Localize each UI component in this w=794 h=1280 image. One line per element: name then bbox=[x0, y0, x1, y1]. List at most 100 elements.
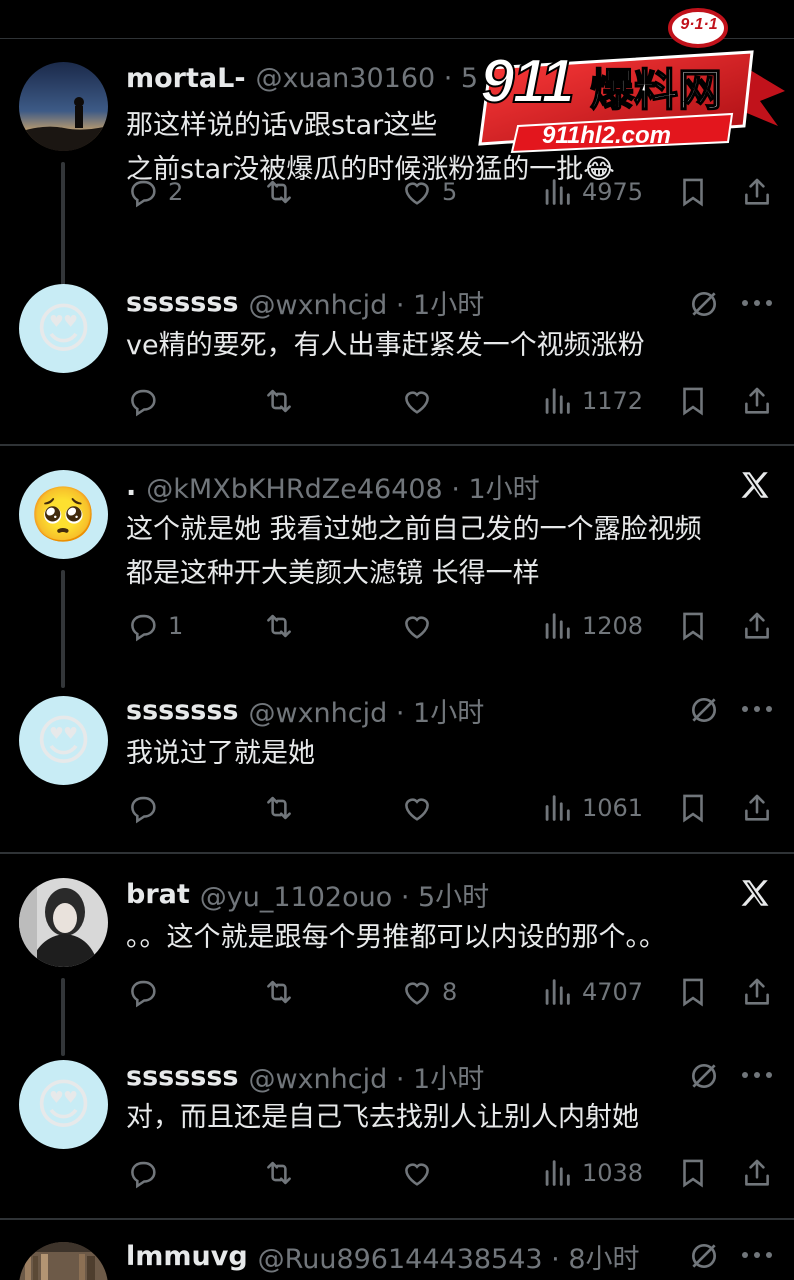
like-button[interactable] bbox=[400, 607, 434, 645]
reply-icon bbox=[131, 180, 156, 208]
avatar[interactable] bbox=[19, 878, 108, 967]
display-name[interactable]: lmmuvg bbox=[126, 1241, 248, 1272]
display-name[interactable]: mortaL- bbox=[126, 63, 246, 94]
handle-and-time[interactable]: @wxnhcjd · 1小时 bbox=[249, 691, 485, 730]
bookmark-icon bbox=[683, 1159, 703, 1188]
tweet-4[interactable]: 😍 sssssss @wxnhcjd · 1小时 我说过了就是她 1061 bbox=[0, 672, 794, 854]
retweet-button[interactable] bbox=[262, 173, 296, 211]
like-button[interactable]: 5 bbox=[400, 173, 457, 211]
share-icon bbox=[745, 794, 769, 821]
handle-and-time[interactable]: @Ruu896144438543 · 8小时 bbox=[258, 1237, 640, 1276]
like-button[interactable] bbox=[400, 382, 434, 420]
like-button[interactable]: 8 bbox=[400, 973, 457, 1011]
tweet-7[interactable]: lmmuvg @Ruu896144438543 · 8小时 bbox=[0, 1220, 794, 1280]
like-icon bbox=[405, 182, 429, 205]
like-button[interactable] bbox=[400, 789, 434, 827]
share-button[interactable] bbox=[740, 973, 774, 1011]
grok-icon[interactable] bbox=[688, 1240, 720, 1272]
share-button[interactable] bbox=[740, 789, 774, 827]
views-button[interactable]: 1038 bbox=[540, 1154, 643, 1192]
share-button[interactable] bbox=[740, 607, 774, 645]
tweet-text: ve精的要死，有人出事赶紧发一个视频涨粉 bbox=[126, 324, 774, 368]
views-icon bbox=[545, 1160, 570, 1186]
grok-icon[interactable] bbox=[688, 288, 720, 320]
bookmark-button[interactable] bbox=[676, 173, 710, 211]
grok-icon[interactable] bbox=[688, 1060, 720, 1092]
avatar[interactable]: 😍 bbox=[19, 696, 108, 785]
bookmark-button[interactable] bbox=[676, 382, 710, 420]
reply-icon bbox=[131, 980, 156, 1008]
tweet-5[interactable]: brat @yu_1102ouo · 5小时 。。这个就是跟每个男推都可以内设的… bbox=[0, 854, 794, 1056]
retweet-button[interactable] bbox=[262, 789, 296, 827]
more-icon[interactable] bbox=[740, 1250, 774, 1260]
avatar[interactable] bbox=[19, 1242, 108, 1280]
bookmark-button[interactable] bbox=[676, 973, 710, 1011]
retweet-icon bbox=[267, 980, 291, 1004]
share-icon bbox=[745, 387, 769, 414]
action-bar: 1061 bbox=[126, 789, 776, 827]
display-name[interactable]: sssssss bbox=[126, 287, 239, 318]
action-bar: 2 5 4975 bbox=[126, 173, 776, 211]
reply-button[interactable] bbox=[126, 382, 160, 420]
views-button[interactable]: 4975 bbox=[540, 173, 643, 211]
avatar[interactable]: 😍 bbox=[19, 1060, 108, 1149]
tweet-text: 。。这个就是跟每个男推都可以内设的那个。。 bbox=[126, 916, 774, 960]
thread-line bbox=[61, 570, 65, 688]
retweet-button[interactable] bbox=[262, 1154, 296, 1192]
bookmark-icon bbox=[683, 612, 703, 641]
views-button[interactable]: 1061 bbox=[540, 789, 643, 827]
share-button[interactable] bbox=[740, 173, 774, 211]
views-button[interactable]: 1172 bbox=[540, 382, 643, 420]
reply-button[interactable] bbox=[126, 973, 160, 1011]
view-count: 4975 bbox=[582, 178, 644, 206]
bookmark-icon bbox=[683, 794, 703, 823]
views-button[interactable]: 1208 bbox=[540, 607, 643, 645]
bookmark-button[interactable] bbox=[676, 1154, 710, 1192]
avatar-emoji: 😍 bbox=[19, 1060, 108, 1149]
retweet-icon bbox=[267, 1161, 291, 1185]
display-name[interactable]: brat bbox=[126, 879, 190, 910]
views-icon bbox=[545, 179, 570, 205]
bookmark-button[interactable] bbox=[676, 789, 710, 827]
more-icon[interactable] bbox=[740, 1070, 774, 1080]
tweet-6[interactable]: 😍 sssssss @wxnhcjd · 1小时 对，而且还是自己飞去找别人让别… bbox=[0, 1036, 794, 1218]
reply-button[interactable]: 2 bbox=[126, 173, 183, 211]
retweet-button[interactable] bbox=[262, 382, 296, 420]
retweet-icon bbox=[267, 614, 291, 638]
retweet-button[interactable] bbox=[262, 973, 296, 1011]
avatar[interactable] bbox=[19, 62, 108, 151]
bookmark-button[interactable] bbox=[676, 607, 710, 645]
watermark-number: 911 bbox=[479, 46, 576, 117]
handle-and-time[interactable]: @kMXbKHRdZe46408 · 1小时 bbox=[146, 467, 539, 506]
more-icon[interactable] bbox=[740, 704, 774, 714]
handle-and-time[interactable]: @xuan30160 · 5 bbox=[256, 63, 479, 94]
handle-and-time[interactable]: @wxnhcjd · 1小时 bbox=[249, 283, 485, 322]
grok-icon[interactable] bbox=[688, 694, 720, 726]
tweet-text-line: ve精的要死，有人出事赶紧发一个视频涨粉 bbox=[126, 330, 645, 361]
share-button[interactable] bbox=[740, 382, 774, 420]
views-button[interactable]: 4707 bbox=[540, 973, 643, 1011]
share-icon bbox=[745, 1159, 769, 1186]
retweet-button[interactable] bbox=[262, 607, 296, 645]
handle-and-time[interactable]: @wxnhcjd · 1小时 bbox=[249, 1057, 485, 1096]
reply-button[interactable] bbox=[126, 789, 160, 827]
handle-and-time[interactable]: @yu_1102ouo · 5小时 bbox=[200, 875, 489, 914]
like-icon bbox=[405, 982, 429, 1005]
views-icon bbox=[545, 388, 570, 414]
reply-button[interactable]: 1 bbox=[126, 607, 183, 645]
tweet-3[interactable]: 🥺 . @kMXbKHRdZe46408 · 1小时 这个就是她 我看过她之前自… bbox=[0, 446, 794, 688]
like-icon bbox=[405, 391, 429, 414]
tweet-2[interactable]: 😍 sssssss @wxnhcjd · 1小时 ve精的要死，有人出事赶紧发一… bbox=[0, 262, 794, 444]
avatar[interactable]: 🥺 bbox=[19, 470, 108, 559]
like-icon bbox=[405, 798, 429, 821]
display-name[interactable]: . bbox=[126, 471, 136, 502]
like-button[interactable] bbox=[400, 1154, 434, 1192]
retweet-icon bbox=[267, 796, 291, 820]
display-name[interactable]: sssssss bbox=[126, 1061, 239, 1092]
watermark-logo: 9·1·1 911 爆料网 911hl2.com bbox=[460, 6, 790, 156]
avatar[interactable]: 😍 bbox=[19, 284, 108, 373]
share-button[interactable] bbox=[740, 1154, 774, 1192]
more-icon[interactable] bbox=[740, 298, 774, 308]
display-name[interactable]: sssssss bbox=[126, 695, 239, 726]
reply-button[interactable] bbox=[126, 1154, 160, 1192]
